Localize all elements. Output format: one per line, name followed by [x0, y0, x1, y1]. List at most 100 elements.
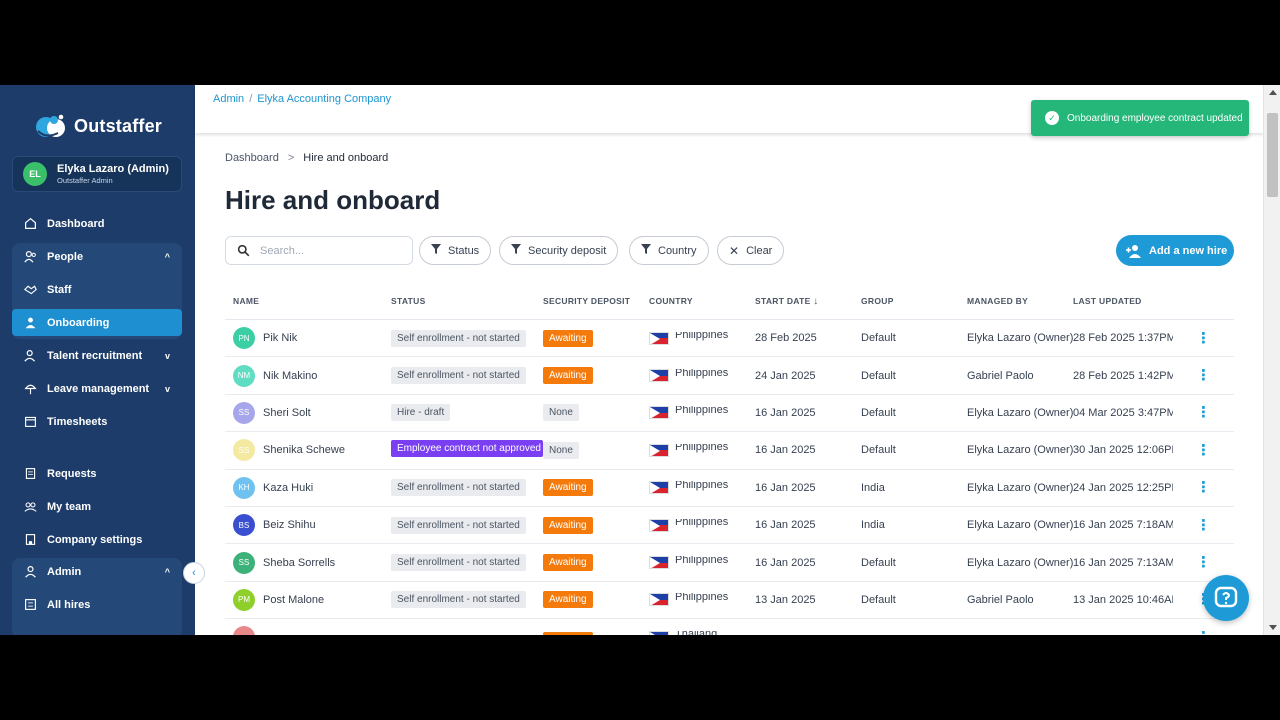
- table-row[interactable]: BS Beiz Shihu Self enrollment - not starte…: [225, 507, 1234, 545]
- add-person-icon: [1126, 244, 1141, 258]
- cell-status: Self enrollment - not started: [384, 479, 543, 497]
- chevron-left-icon: ‹: [192, 567, 196, 579]
- header-group[interactable]: GROUP: [861, 296, 967, 306]
- help-chat-button[interactable]: [1203, 575, 1249, 621]
- nav-all-hires[interactable]: All hires: [12, 591, 182, 618]
- add-new-hire-button[interactable]: Add a new hire: [1116, 235, 1234, 266]
- more-vertical-icon[interactable]: ⋮: [1196, 443, 1211, 458]
- status-badge: Self enrollment - not started: [391, 591, 526, 609]
- header-last-updated[interactable]: LAST UPDATED: [1073, 296, 1173, 306]
- employee-name[interactable]: Pik Nik: [263, 332, 297, 344]
- more-vertical-icon[interactable]: ⋮: [1196, 555, 1211, 570]
- cell-country: Philippines: [649, 369, 755, 383]
- more-vertical-icon[interactable]: ⋮: [1196, 480, 1211, 495]
- table-row[interactable]: KH Kaza Huki Self enrollment - not started…: [225, 470, 1234, 507]
- nav-admin[interactable]: Admin ^: [12, 558, 182, 585]
- security-deposit-filter-chip[interactable]: Security deposit: [499, 236, 619, 265]
- header-name[interactable]: NAME: [225, 296, 384, 306]
- cell-group: Default: [861, 332, 896, 345]
- employee-name[interactable]: Sheba Sorrells: [263, 557, 335, 569]
- nav-staff[interactable]: Staff: [12, 276, 182, 303]
- nav-leave-management[interactable]: Leave management v: [12, 375, 182, 402]
- employee-name[interactable]: Beiz Shihu: [263, 519, 316, 531]
- cell-status: Self enrollment - not started: [384, 554, 543, 572]
- cell-security-deposit: Awaiting: [543, 591, 649, 609]
- more-vertical-icon[interactable]: ⋮: [1196, 331, 1211, 346]
- brand-logo[interactable]: Outstaffer: [32, 111, 162, 141]
- more-vertical-icon[interactable]: ⋮: [1196, 518, 1211, 533]
- scroll-down-icon[interactable]: [1269, 625, 1277, 630]
- top-crumb-admin[interactable]: Admin: [213, 93, 244, 105]
- nav-requests[interactable]: Requests: [12, 460, 182, 487]
- cell-managed-by: Elyka Lazaro (Owner): [967, 406, 1073, 419]
- header-status[interactable]: STATUS: [384, 296, 543, 306]
- nav-my-team-label: My team: [47, 500, 92, 513]
- flag-icon: [649, 593, 669, 607]
- country-name: Philippines: [675, 443, 729, 454]
- search-box[interactable]: [225, 236, 413, 265]
- nav-company-settings[interactable]: Company settings: [12, 526, 182, 553]
- more-vertical-icon[interactable]: ⋮: [1196, 405, 1211, 420]
- employee-name[interactable]: Kaza Huki: [263, 482, 313, 494]
- nav-talent-recruitment[interactable]: Talent recruitment v: [12, 342, 182, 369]
- header-managed-by[interactable]: MANAGED BY: [967, 296, 1073, 306]
- more-vertical-icon[interactable]: ⋮: [1196, 630, 1211, 635]
- cell-managed-by: Elyka Lazaro (Owner): [967, 481, 1073, 494]
- cell-status: Self enrollment - not started: [384, 367, 543, 385]
- cell-group: Default: [861, 444, 896, 457]
- table-body: PN Pik Nik Self enrollment - not started Aw…: [225, 320, 1234, 635]
- table-row[interactable]: PM Post Malone Self enrollment - not start…: [225, 582, 1234, 620]
- country-filter-chip[interactable]: Country: [629, 236, 709, 265]
- toast-notification[interactable]: ✓ Onboarding employee contract updated: [1031, 100, 1249, 136]
- scrollbar-thumb[interactable]: [1267, 113, 1278, 197]
- arrow-down-icon: ↓: [813, 295, 819, 307]
- building-icon: [25, 534, 36, 545]
- employee-name[interactable]: Nik Makino: [263, 370, 317, 382]
- cell-country: Philippines: [649, 331, 755, 345]
- deposit-badge: Awaiting: [543, 516, 593, 534]
- page-scrollbar[interactable]: [1263, 85, 1280, 635]
- breadcrumb-home[interactable]: Dashboard: [225, 152, 279, 164]
- employee-name[interactable]: Shenika Schewe: [263, 444, 345, 456]
- country-name: Philippines: [675, 406, 729, 416]
- table-row[interactable]: SS Sheri Solt Hire - draft None Philippines 1…: [225, 395, 1234, 433]
- header-country[interactable]: COUNTRY: [649, 296, 755, 306]
- table-row[interactable]: PN Pik Nik Self enrollment - not started Aw…: [225, 320, 1234, 358]
- cell-start-date: 13 Jan 2025: [755, 593, 816, 606]
- breadcrumb-sep: >: [287, 152, 295, 164]
- avatar: BS: [233, 514, 255, 537]
- cell-country: Philippines: [649, 556, 755, 570]
- flag-icon: [649, 630, 669, 635]
- employee-name[interactable]: Post Malone: [263, 594, 324, 606]
- more-vertical-icon[interactable]: ⋮: [1196, 368, 1211, 383]
- cell-name: SS Sheri Solt: [225, 401, 384, 424]
- scroll-up-icon[interactable]: [1269, 90, 1277, 95]
- nav-people[interactable]: People ^: [12, 243, 182, 270]
- table-row[interactable]: SS Shenika Schewe Employee contract not ap…: [225, 432, 1234, 470]
- cell-status: Self enrollment - not started: [384, 329, 543, 347]
- status-filter-chip[interactable]: Status: [419, 236, 492, 265]
- nav-dashboard[interactable]: Dashboard: [12, 210, 182, 237]
- table-row[interactable]: NM Nik Makino Self enrollment - not starte…: [225, 357, 1234, 395]
- user-card[interactable]: EL Elyka Lazaro (Admin) Outstaffer Admin: [12, 156, 182, 192]
- cell-actions: ⋮: [1173, 630, 1234, 635]
- nav-onboarding[interactable]: Onboarding: [12, 309, 182, 336]
- cell-security-deposit: Awaiting: [543, 479, 649, 497]
- top-crumb-company[interactable]: Elyka Accounting Company: [257, 93, 391, 105]
- nav-timesheets[interactable]: Timesheets: [12, 408, 182, 435]
- table-row[interactable]: Thailand ⋮: [225, 619, 1234, 635]
- header-start-date[interactable]: START DATE ↓: [755, 296, 861, 307]
- nav-my-team[interactable]: My team: [12, 493, 182, 520]
- cell-start-date: 28 Feb 2025: [755, 332, 817, 345]
- employee-name[interactable]: Sheri Solt: [263, 407, 311, 419]
- clear-filters-chip[interactable]: ✕ Clear: [717, 236, 785, 265]
- team-icon: [24, 502, 37, 512]
- collapse-sidebar-button[interactable]: ‹: [183, 562, 205, 584]
- nav-dashboard-label: Dashboard: [47, 217, 105, 230]
- table-row[interactable]: SS Sheba Sorrells Self enrollment - not st…: [225, 544, 1234, 582]
- cell-security-deposit: None: [543, 441, 649, 459]
- search-input[interactable]: [260, 244, 400, 257]
- avatar: PN: [233, 327, 255, 350]
- header-security-deposit[interactable]: SECURITY DEPOSIT: [543, 296, 649, 306]
- breadcrumb: Dashboard > Hire and onboard: [225, 152, 388, 164]
